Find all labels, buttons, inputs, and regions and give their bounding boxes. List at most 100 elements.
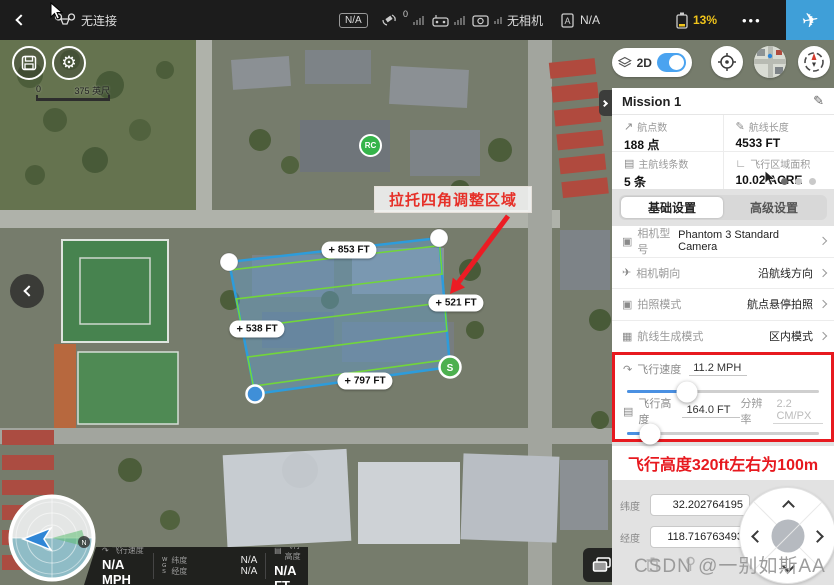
stat-route-length: ✎航线长度 4533 FT (723, 115, 834, 151)
pencil-icon: ✎ (813, 93, 824, 108)
telemetry-bar: ↷飞行速度 N/A MPH WGS 纬度N/A 经度N/A ▤飞行高度 N/A … (84, 547, 308, 585)
scale-distance: 375 英尺 (74, 84, 110, 97)
flight-mode-status: A N/A (560, 0, 600, 40)
locate-icon (717, 52, 737, 72)
latitude-input[interactable] (650, 494, 750, 516)
move-arrows-icon: + (236, 323, 242, 335)
mission-title: Mission 1 (622, 94, 681, 109)
altitude-icon: ▤ (623, 405, 633, 418)
altitude-slider-knob[interactable] (640, 423, 661, 444)
mouse-cursor (50, 2, 63, 20)
setting-route-generation[interactable]: ▦航线生成模式 区内模式 (612, 321, 834, 353)
settings-list: ▣相机型号 Phantom 3 Standard Camera ✈相机朝向 沿航… (612, 226, 834, 352)
back-button[interactable] (0, 0, 38, 40)
rc-signal-bars (454, 16, 465, 25)
mission-stats: ↗航点数 188 点 ✎航线长度 4533 FT ▤主航线条数 5 条 ∟飞行区… (612, 115, 834, 189)
north-indicator: N (78, 536, 90, 548)
locate-button[interactable] (711, 46, 743, 78)
speed-icon: ↷ (102, 546, 109, 555)
minimap-button[interactable] (754, 46, 786, 78)
move-arrows-icon: + (344, 375, 350, 387)
collapse-left-button[interactable] (10, 274, 44, 308)
battery-percent: 13% (693, 13, 717, 27)
route-length-icon: ✎ (736, 120, 745, 133)
tab-advanced-settings[interactable]: 高级设置 (723, 197, 825, 218)
more-menu-button[interactable]: ••• (742, 0, 762, 40)
map-mode-pill: 2D (612, 48, 692, 77)
tab-basic-settings[interactable]: 基础设置 (621, 197, 723, 218)
satellite-icon (382, 13, 398, 27)
edit-mission-button[interactable]: ✎ (813, 93, 824, 109)
setting-camera-heading[interactable]: ✈相机朝向 沿航线方向 (612, 258, 834, 290)
airplane-icon: ✈ (800, 6, 821, 34)
setting-photo-mode[interactable]: ▣拍照模式 航点悬停拍照 (612, 289, 834, 321)
map-mode-toggle[interactable] (657, 53, 686, 72)
panel-collapse-handle[interactable] (599, 90, 612, 116)
nudge-right-button[interactable] (811, 530, 824, 543)
stat-main-lines: ▤主航线条数 5 条 (612, 152, 723, 189)
longitude-input[interactable] (650, 526, 750, 548)
battery-status: 13% (676, 0, 717, 40)
nudge-up-button[interactable] (782, 500, 795, 513)
stat-area: ∟飞行区域面积 10.02 ACRE (723, 152, 834, 189)
map-mode-label: 2D (637, 56, 652, 70)
mission-header: Mission 1 ✎ (612, 88, 834, 115)
nudge-left-button[interactable] (751, 530, 764, 543)
move-arrows-icon: + (435, 297, 441, 309)
camera-status: 无相机 (472, 0, 543, 40)
photo-mode-icon: ▣ (622, 298, 632, 311)
aircraft-status: 无连接 (54, 0, 117, 40)
area-icon: ∟ (736, 158, 747, 170)
gps-status: 0 (382, 0, 424, 40)
altitude-slider[interactable] (627, 432, 819, 435)
top-status-bar: 无连接 N/A 0 无相机 A N/A 13% ••• ✈ (0, 0, 834, 40)
speed-slider-knob[interactable] (676, 381, 697, 402)
speed-setting: ↷ 飞行速度 11.2 MPH (623, 361, 823, 377)
distance-label-bottom: +797 FT (337, 373, 392, 390)
save-mission-button[interactable] (12, 46, 46, 80)
watermark-text: CSDN @一别如斯AA (634, 551, 826, 578)
chevron-right-icon (819, 300, 827, 308)
chevron-right-icon (819, 332, 827, 340)
speed-slider[interactable] (627, 390, 819, 393)
mouse-cursor-2 (764, 170, 776, 186)
layers-preview-icon (592, 557, 612, 573)
camera-signal-bars (494, 17, 502, 24)
altitude-value: 164.0 FT (682, 404, 740, 418)
wgs-label: WGS (162, 557, 167, 575)
settings-tabs: 基础设置 高级设置 (619, 195, 827, 220)
minimap-thumbnail (754, 46, 786, 78)
camera-model-icon: ▣ (622, 235, 632, 248)
compass-reset-button[interactable] (798, 46, 830, 78)
route-generation-icon: ▦ (622, 330, 632, 343)
battery-icon (676, 12, 688, 29)
camera-icon (472, 14, 489, 27)
settings-button[interactable]: ⚙ (52, 46, 86, 80)
flight-parameters-highlight: ↷ 飞行速度 11.2 MPH ▤ 飞行高度 164.0 FT 分辨率 2.2 … (612, 352, 834, 442)
main-lines-icon: ▤ (624, 157, 634, 170)
setting-camera-model[interactable]: ▣相机型号 Phantom 3 Standard Camera (612, 226, 834, 258)
mode-badge-wrap: N/A (339, 0, 368, 40)
compass-icon (803, 51, 825, 73)
layers-icon (618, 56, 632, 69)
gear-icon: ⚙ (61, 53, 76, 73)
distance-label-top: +853 FT (321, 242, 376, 259)
flight-mode-icon: A (560, 12, 575, 28)
svg-text:N: N (81, 540, 86, 547)
save-icon (21, 55, 37, 71)
stats-pagination-dots[interactable] (781, 178, 816, 185)
takeoff-button[interactable]: ✈ (786, 0, 834, 40)
speed-icon: ↷ (623, 363, 632, 376)
remote-controller-icon (432, 14, 449, 27)
waypoint-icon: ↗ (624, 120, 633, 133)
back-chevron-icon (15, 14, 26, 25)
camera-heading-icon: ✈ (622, 266, 631, 279)
map-scale: 0375 英尺 (36, 84, 110, 101)
map-annotation-text: 拉托四角调整区域 (374, 186, 532, 213)
rc-location-marker: RC (359, 134, 382, 157)
dpad-center-handle[interactable] (771, 519, 804, 552)
chevron-right-icon (819, 269, 827, 277)
telemetry-coordinates: 纬度N/A 经度N/A (171, 555, 257, 577)
mode-badge: N/A (339, 13, 368, 28)
altitude-icon: ▤ (274, 546, 282, 555)
